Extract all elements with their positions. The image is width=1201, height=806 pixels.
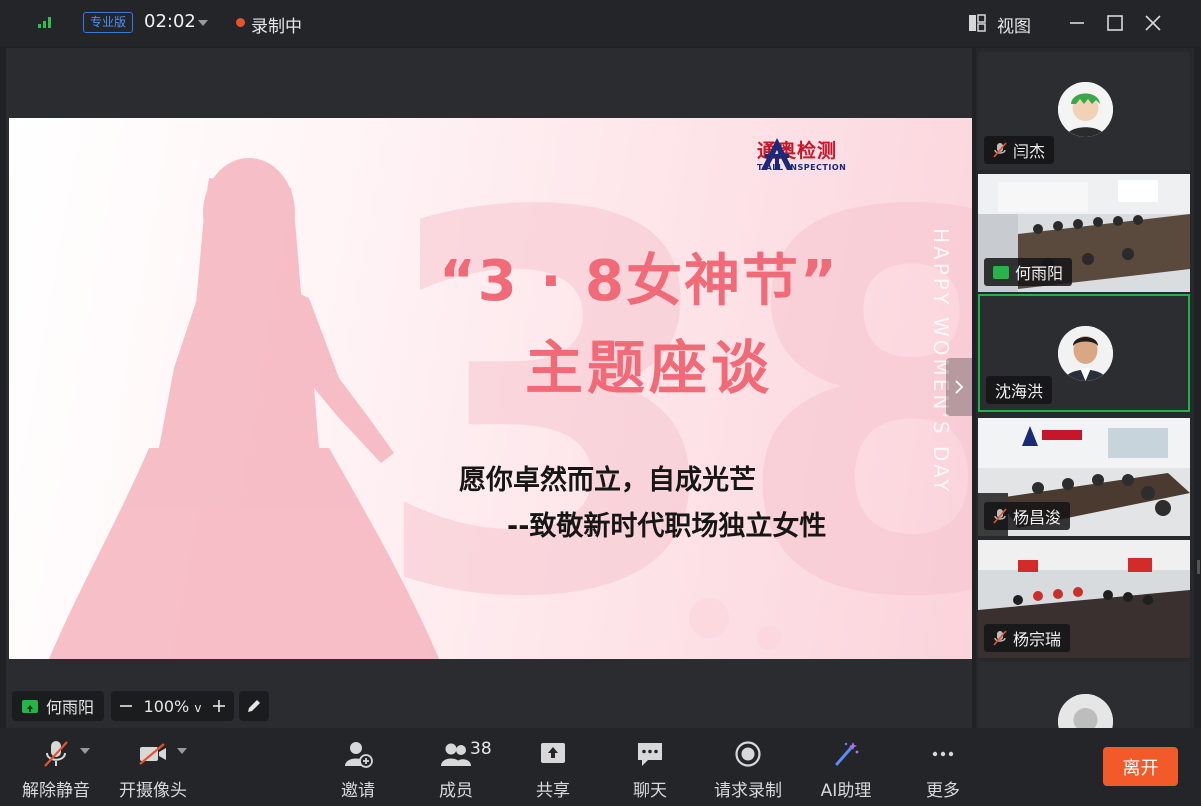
participant-tile[interactable]: 杨昌浚 (978, 418, 1190, 536)
chat-icon (638, 743, 662, 766)
unmute-button[interactable]: 解除静音 (18, 728, 94, 806)
slide-body-line2: --致敬新时代职场独立女性 (507, 511, 827, 542)
participant-name-tag: 沈海洪 (986, 376, 1053, 404)
pen-icon (248, 700, 260, 712)
slide-title-line2: 主题座谈 (525, 334, 774, 402)
participant-name-tag: 闫杰 (984, 136, 1055, 164)
meeting-timer[interactable]: 02:02 (144, 11, 196, 32)
screen-share-icon (993, 265, 1009, 279)
more-button[interactable]: 更多 (915, 728, 971, 806)
title-bar: 专业版 02:02 录制中 视图 (0, 0, 1201, 46)
slide-title-line1: “3 · 8女神节” (439, 249, 839, 314)
participant-tile-active-speaker[interactable]: 沈海洪 (978, 294, 1190, 412)
share-screen-icon (541, 743, 565, 763)
minimize-icon[interactable] (1064, 10, 1090, 36)
video-options-chevron-icon[interactable] (177, 748, 187, 754)
record-icon (735, 741, 761, 767)
start-camera-button[interactable]: 开摄像头 (115, 728, 191, 806)
screen-share-icon (22, 699, 38, 713)
request-recording-button[interactable]: 请求录制 (708, 728, 788, 806)
participants-panel: 闫杰 何雨阳 沈海洪 杨昌浚 杨宗瑞 (976, 48, 1194, 728)
recording-dot-icon (236, 18, 245, 27)
presenter-chip[interactable]: 何雨阳 (12, 691, 105, 721)
mic-muted-icon (993, 630, 1007, 646)
participant-name-tag: 杨宗瑞 (984, 624, 1071, 652)
camera-off-icon (139, 743, 166, 765)
participant-name-tag: 何雨阳 (984, 258, 1073, 286)
view-layout-icon[interactable] (968, 14, 986, 32)
mic-muted-icon (44, 741, 68, 767)
mic-muted-icon (993, 508, 1007, 524)
participant-tile[interactable]: 杨宗瑞 (978, 540, 1190, 658)
zoom-in-icon[interactable] (212, 699, 226, 713)
participant-tile[interactable]: 闫杰 (978, 52, 1190, 170)
chat-button[interactable]: 聊天 (622, 728, 678, 806)
participant-tile[interactable] (978, 662, 1190, 728)
zoom-control: 100% v (111, 691, 234, 721)
ai-assistant-button[interactable]: AI助理 (814, 728, 878, 806)
timer-chevron-down-icon[interactable] (198, 20, 208, 26)
participant-name-tag: 杨昌浚 (984, 502, 1071, 530)
bottom-toolbar: 解除静音 开摄像头 邀请 成员 38 共享 聊天 请求录制 AI助理 更多 (0, 728, 1201, 806)
network-signal-icon[interactable] (38, 16, 52, 28)
annotate-button[interactable] (239, 691, 269, 721)
edition-badge: 专业版 (83, 12, 134, 33)
members-count-badge: 38 (470, 739, 492, 759)
more-dots-icon (932, 751, 954, 757)
slide-body-line1: 愿你卓然而立，自成光芒 (459, 465, 756, 496)
avatar (1058, 694, 1113, 728)
next-page-button[interactable] (946, 358, 972, 416)
avatar (1058, 326, 1113, 381)
panel-scrollbar[interactable] (1197, 560, 1200, 574)
recording-status[interactable]: 录制中 (251, 12, 302, 37)
chevron-right-icon (955, 380, 964, 394)
presenter-name: 何雨阳 (46, 698, 95, 717)
view-button[interactable]: 视图 (997, 12, 1031, 37)
mic-muted-icon (993, 142, 1007, 158)
brand-logo-icon (761, 138, 793, 170)
invite-button[interactable]: 邀请 (330, 728, 386, 806)
maximize-icon[interactable] (1102, 10, 1128, 36)
zoom-level[interactable]: 100% v (144, 697, 202, 716)
participant-tile[interactable]: 何雨阳 (978, 174, 1190, 292)
avatar (1058, 82, 1113, 137)
close-icon[interactable] (1140, 10, 1166, 36)
slide-background-art: 38 (49, 118, 972, 659)
audio-options-chevron-icon[interactable] (80, 748, 90, 754)
brand-logo: 通奥检测 T-ALL INSPECTION (757, 136, 846, 172)
leave-meeting-button[interactable]: 离开 (1103, 747, 1178, 786)
zoom-out-icon[interactable] (119, 699, 133, 713)
ai-wand-icon (835, 742, 859, 766)
share-button[interactable]: 共享 (525, 728, 581, 806)
add-user-icon (345, 742, 373, 768)
members-icon (441, 743, 471, 766)
shared-slide: 38 通奥检测 T-ALL INSPECTION “3 · 8女神节” 主题座谈… (9, 118, 972, 659)
